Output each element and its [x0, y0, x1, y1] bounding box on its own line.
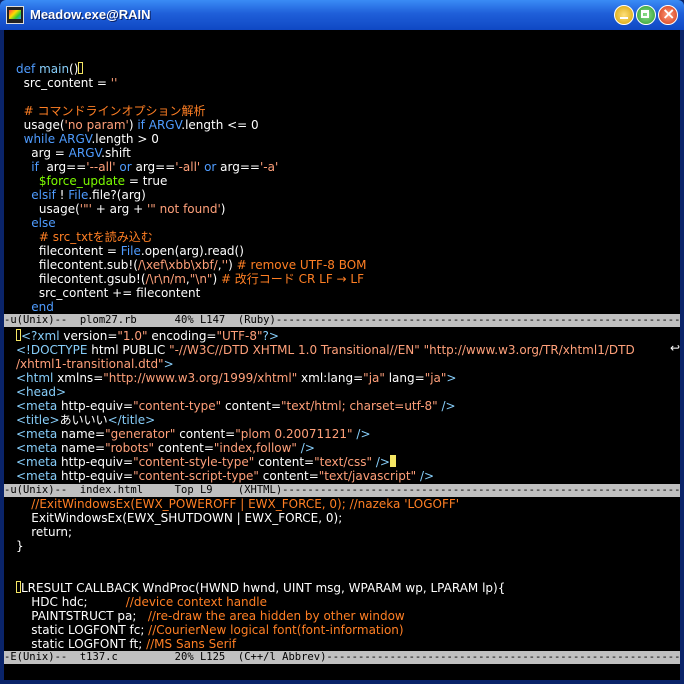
modeline-ruby[interactable]: -u(Unix)-- plom27.rb 40% L147 (Ruby)----… — [4, 314, 680, 327]
xhtml-buffer-pane[interactable]: <?xml version="1.0" encoding="UTF-8"?> <… — [4, 327, 680, 485]
close-button[interactable] — [658, 4, 678, 25]
code-line: else — [31, 216, 56, 230]
code-line: filecontent.gsub!(/\r\n/m,"\n") # 改行コード … — [16, 272, 365, 286]
code-line: # コマンドラインオプション解析 — [23, 104, 206, 118]
code-line: static LOGFONT fc; //CourierNew logical … — [16, 623, 404, 637]
code-line: filecontent = File.open(arg).read() — [16, 244, 244, 258]
meadow-window: Meadow.exe@RAIN def main() src_content =… — [0, 0, 684, 684]
window-title: Meadow.exe@RAIN — [30, 7, 151, 22]
code-line: <meta http-equiv="content-style-type" co… — [16, 455, 396, 469]
c-buffer-pane[interactable]: //ExitWindowsEx(EWX_POWEROFF | EWX_FORCE… — [4, 497, 680, 651]
code-line: <html xmlns="http://www.w3.org/1999/xhtm… — [16, 371, 457, 385]
code-line: //ExitWindowsEx(EWX_POWEROFF | EWX_FORCE… — [31, 497, 460, 511]
cursor — [78, 62, 84, 74]
code-line: $force_update = true — [38, 174, 168, 188]
cursor — [389, 455, 396, 467]
code-line: static LOGFONT ft; //MS Sans Serif — [16, 637, 237, 651]
code-line: ExitWindowsEx(EWX_SHUTDOWN | EWX_FORCE, … — [16, 511, 343, 525]
modeline-xhtml[interactable]: -u(Unix)-- index.html Top L9 (XHTML)----… — [4, 484, 680, 497]
code-line: usage('"' + arg + '" not found') — [16, 202, 226, 216]
code-line: <title>あいいい</title> — [16, 413, 156, 427]
code-line: <meta name="robots" content="index,follo… — [16, 441, 315, 455]
code-line: LRESULT CALLBACK WndProc(HWND hwnd, UINT… — [16, 581, 505, 595]
code-line: src_content += filecontent — [16, 286, 201, 300]
code-line: <meta http-equiv="content-script-type" c… — [16, 469, 435, 483]
code-line: } — [16, 539, 24, 553]
code-line: <!DOCTYPE html PUBLIC "-//W3C//DTD XHTML… — [16, 343, 635, 357]
code-line: <meta name="generator" content="plom 0.2… — [16, 427, 371, 441]
code-line: <?xml version="1.0" encoding="UTF-8"?> — [16, 329, 279, 343]
code-line: # src_txtを読み込む — [38, 230, 153, 244]
code-line: <meta http-equiv="content-type" content=… — [16, 399, 456, 413]
line-wrap-icon: ↩ — [670, 341, 680, 355]
code-line: def main() — [16, 62, 84, 76]
ruby-buffer-pane[interactable]: def main() src_content = '' # コマンドラインオプシ… — [4, 30, 680, 318]
code-line: usage('no param') if ARGV.length <= 0 — [16, 118, 259, 132]
code-line: end — [31, 300, 54, 314]
code-line: if arg=='--all' or arg=='-all' or arg=='… — [31, 160, 279, 174]
code-line: arg = ARGV.shift — [16, 146, 131, 160]
code-line: elsif ! File.file?(arg) — [31, 188, 146, 202]
maximize-button[interactable] — [636, 5, 656, 25]
code-line: filecontent.sub!(/\xef\xbb\xbf/,'') # re… — [16, 258, 367, 272]
code-line: while ARGV.length > 0 — [23, 132, 159, 146]
code-line: src_content = '' — [16, 76, 118, 90]
cursor — [16, 581, 21, 593]
modeline-c[interactable]: -E(Unix)-- t137.c 20% L125 (C++/l Abbrev… — [4, 651, 680, 664]
minimize-button[interactable] — [614, 5, 634, 25]
code-line: <head> — [16, 385, 67, 399]
code-line: return; — [16, 525, 72, 539]
title-bar[interactable]: Meadow.exe@RAIN — [0, 0, 684, 30]
editor-area[interactable]: def main() src_content = '' # コマンドラインオプシ… — [4, 30, 680, 680]
app-icon[interactable] — [6, 6, 24, 24]
code-line: HDC hdc; //device context handle — [16, 595, 267, 609]
code-line: /xhtml1-transitional.dtd"> — [16, 357, 174, 371]
code-line: PAINTSTRUCT pa; //re-draw the area hidde… — [16, 609, 405, 623]
